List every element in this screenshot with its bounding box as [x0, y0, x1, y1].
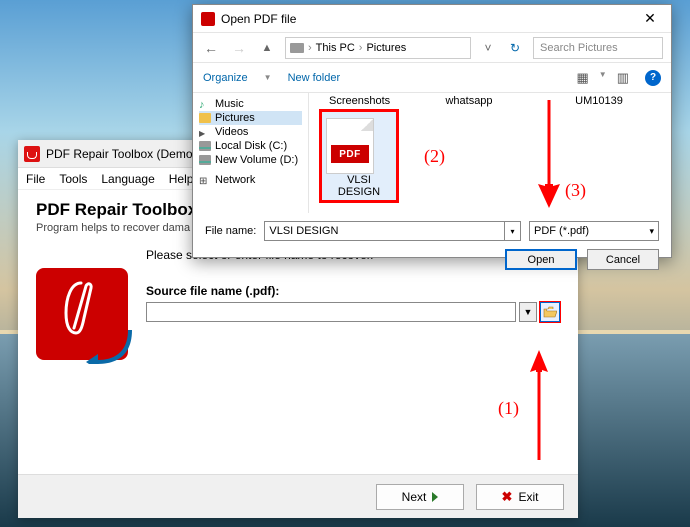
music-icon	[199, 99, 211, 109]
new-folder-button[interactable]: New folder	[288, 72, 341, 84]
app-icon	[24, 146, 40, 162]
breadcrumb-dropdown[interactable]: ˅	[479, 41, 497, 55]
source-file-label: Source file name (.pdf):	[146, 284, 560, 298]
browse-button[interactable]	[540, 302, 560, 322]
network-icon	[199, 175, 211, 185]
app-footer: Next ✖ Exit	[18, 474, 578, 518]
dialog-title: Open PDF file	[221, 12, 296, 26]
view-details-button[interactable]: ▥	[617, 70, 629, 86]
tree-item-music[interactable]: Music	[199, 97, 302, 111]
menu-language[interactable]: Language	[101, 172, 154, 186]
folder-open-icon	[543, 306, 557, 318]
file-list: Screenshots PDF VLSI DESIGN whatsapp UM1…	[309, 93, 671, 213]
source-file-dropdown[interactable]: ▼	[519, 302, 537, 322]
filetype-dropdown[interactable]: PDF (*.pdf)	[529, 221, 659, 241]
folder-um10139[interactable]: UM10139	[559, 97, 639, 111]
disk-icon	[199, 155, 211, 165]
arrow-right-icon	[432, 492, 438, 502]
folder-tree: Music Pictures Videos Local Disk (C:) Ne…	[193, 93, 309, 213]
app-logo	[36, 268, 128, 360]
refresh-button[interactable]: ↻	[505, 41, 525, 55]
nav-forward-button[interactable]: →	[229, 40, 249, 56]
filename-input[interactable]	[264, 221, 505, 241]
breadcrumb[interactable]: › This PC › Pictures	[285, 37, 471, 59]
dialog-titlebar: Open PDF file ✕	[193, 5, 671, 33]
open-file-dialog: Open PDF file ✕ ← → ▲ › This PC › Pictur…	[192, 4, 672, 258]
menu-help[interactable]: Help	[169, 172, 194, 186]
menu-file[interactable]: File	[26, 172, 45, 186]
organize-menu[interactable]: Organize	[203, 72, 248, 84]
tree-item-network[interactable]: Network	[199, 173, 302, 187]
dialog-close-button[interactable]: ✕	[629, 5, 671, 33]
filename-dropdown[interactable]: ▾	[505, 221, 521, 241]
nav-up-button[interactable]: ▲	[257, 42, 277, 54]
view-icons-button[interactable]: ▦	[576, 70, 588, 86]
tree-item-pictures[interactable]: Pictures	[199, 111, 302, 125]
dialog-icon	[201, 12, 215, 26]
pc-icon	[290, 43, 304, 53]
tree-item-local-disk[interactable]: Local Disk (C:)	[199, 139, 302, 153]
open-button[interactable]: Open	[505, 249, 577, 270]
disk-icon	[199, 141, 211, 151]
search-input[interactable]: Search Pictures	[533, 37, 663, 59]
nav-back-button[interactable]: ←	[201, 40, 221, 56]
close-icon: ✖	[502, 489, 513, 505]
tree-item-videos[interactable]: Videos	[199, 125, 302, 139]
next-button[interactable]: Next	[376, 484, 464, 510]
cancel-button[interactable]: Cancel	[587, 249, 659, 270]
file-item-selected[interactable]: Screenshots PDF VLSI DESIGN	[319, 97, 399, 203]
exit-button[interactable]: ✖ Exit	[476, 484, 564, 510]
folder-whatsapp[interactable]: whatsapp	[429, 97, 509, 111]
folder-icon	[199, 113, 211, 123]
video-icon	[199, 127, 211, 137]
menu-tools[interactable]: Tools	[59, 172, 87, 186]
filename-label: File name:	[205, 225, 256, 237]
pdf-file-icon: PDF	[326, 118, 374, 174]
help-icon[interactable]: ?	[645, 70, 661, 86]
source-file-input[interactable]	[146, 302, 516, 322]
tree-item-new-volume[interactable]: New Volume (D:)	[199, 153, 302, 167]
